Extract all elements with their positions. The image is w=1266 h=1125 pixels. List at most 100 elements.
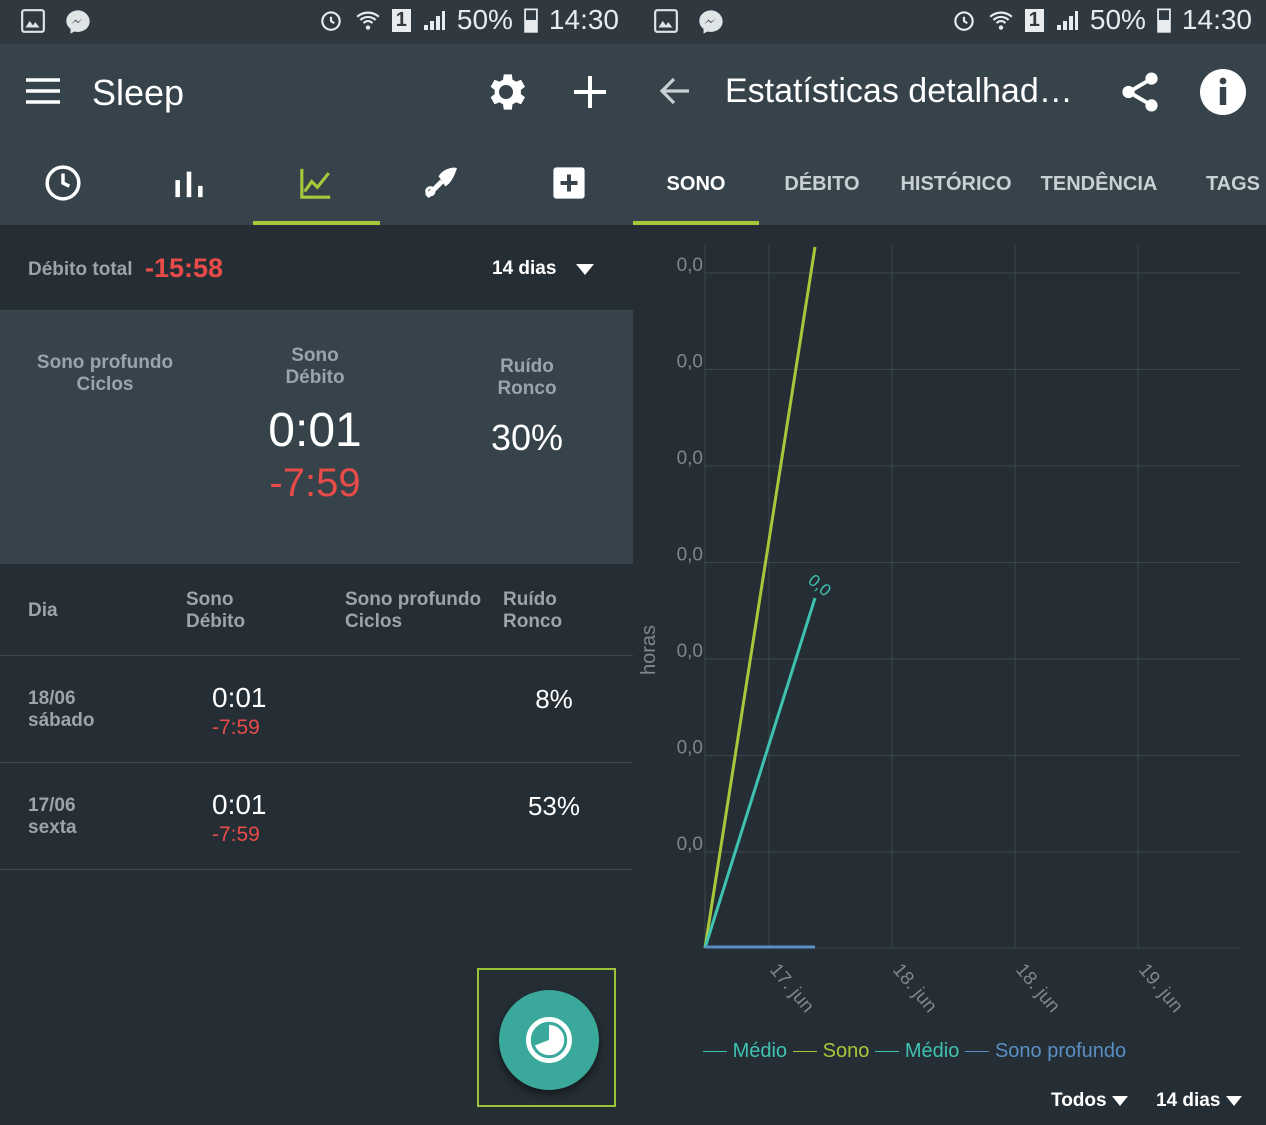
y-tick-label: 0,0 [677,448,703,469]
tab-trend[interactable]: TENDÊNCIA [1037,140,1161,225]
sim-badge: 1 [1024,8,1044,32]
line-chart-icon [300,168,331,199]
y-tick-label: 0,0 [677,738,703,759]
gallery-icon [654,9,678,33]
app-title: Sleep [92,72,185,113]
filter-all-label: Todos [1051,1090,1107,1111]
signal-icon [1056,11,1078,30]
row-debit: -7:59 [212,716,260,739]
table-row[interactable]: 18/06 sábado 0:01 -7:59 8% [0,656,633,763]
legend-label: Médio [732,1040,788,1062]
header-noise: Ruído Ronco [503,589,562,633]
series-medio-line [703,597,817,949]
info-icon[interactable] [1199,68,1247,121]
row-date: 18/06 [28,688,76,709]
summary-col3-line2: Ronco [497,378,557,399]
share-icon[interactable] [1117,68,1163,121]
chart-legend: Médio Sono Médio Sono profundo [703,1040,1126,1063]
battery-icon [1157,8,1171,33]
x-tick-label: 19. jun [1134,960,1187,1017]
alarm-icon [954,11,974,31]
clock-time: 14:30 [1181,4,1252,35]
table-row[interactable]: 17/06 sexta 0:01 -7:59 53% [0,763,633,870]
tab-clock[interactable] [0,140,126,225]
tab-noise[interactable] [379,140,505,225]
dropdown-arrow-icon [576,263,595,275]
summary-debit-value: -7:59 [269,461,361,505]
tab-stats[interactable] [253,140,379,225]
dropdown-arrow-icon [1111,1095,1128,1106]
header-deep-sleep: Sono profundo Ciclos [345,589,481,633]
row-date-cell: 18/06 sábado [28,688,95,732]
back-arrow-icon[interactable] [659,76,691,111]
start-tracking-button[interactable] [499,990,599,1090]
summary-col3-line1: Ruído [500,356,554,377]
y-tick-label: 0,0 [677,352,703,373]
header-noise-line2: Ronco [503,611,563,632]
sleep-screen: 1 50% 14:30 Sleep Débito total -15:58 14… [0,0,633,1125]
legend-label: Médio [904,1040,960,1062]
clock-icon [45,164,81,201]
battery-icon [524,8,538,33]
top-app-bar: Estatísticas detalhad… [633,44,1266,140]
wifi-icon [989,11,1013,30]
summary-col2-header: Sono Débito [240,345,390,389]
range-dropdown[interactable]: 14 dias [492,258,595,280]
gallery-icon [21,9,45,33]
add-icon[interactable] [572,74,608,115]
header-deep-line1: Sono profundo [345,589,482,610]
y-tick-label: 0,0 [677,641,703,662]
series-sono-line [703,246,817,949]
legend-item-medio: Médio [703,1040,787,1063]
row-sleep: 0:01 [212,789,267,820]
y-axis-title: horas [638,625,660,675]
filter-all-dropdown[interactable]: Todos [1051,1090,1128,1112]
summary-card: Sono profundo Ciclos Sono Débito 0:01 -7… [0,311,633,564]
legend-label: Sono [822,1040,870,1062]
y-tick-label: 0,0 [677,834,703,855]
summary-col1-line2: Ciclos [76,374,134,395]
alarm-icon [321,11,341,31]
header-sleep-line1: Sono [186,589,234,610]
header-deep-line2: Ciclos [345,611,403,632]
summary-noise-value: 30% [490,417,564,458]
debit-value: -15:58 [145,253,224,283]
row-weekday: sexta [28,817,77,838]
legend-label: Sono profundo [994,1040,1127,1062]
header-sleep-line2: Débito [186,611,246,632]
dropdown-arrow-icon [1225,1095,1242,1106]
y-tick-label: 0,0 [677,255,703,276]
table-header: Dia Sono Débito Sono profundo Ciclos Ruí… [0,565,633,656]
tab-graphs[interactable] [126,140,252,225]
summary-col1-header: Sono profundo Ciclos [30,352,180,396]
sleep-chart[interactable]: 0,0 0,0 0,0 0,0 0,0 0,0 0,0 17. jun 18. jun 18. j… [633,225,1266,1125]
battery-percent: 50% [1089,4,1146,35]
tab-debit[interactable]: DÉBITO [759,140,885,225]
row-date-cell: 17/06 sexta [28,795,77,839]
range-dropdown-label: 14 dias [492,258,557,279]
row-noise: 53% [527,791,581,821]
row-noise: 8% [535,684,573,714]
debit-label: Débito total [28,259,133,280]
header-sleep: Sono Débito [186,589,245,633]
data-point-label: 0,0 [804,571,834,601]
status-bar: 1 50% 14:30 [633,0,1266,44]
signal-icon [423,11,445,30]
row-debit: -7:59 [212,823,260,846]
summary-col1-line1: Sono profundo [36,352,174,373]
messenger-icon [66,10,90,34]
x-tick-label: 18. jun [1011,960,1064,1017]
tab-sleep[interactable]: SONO [633,140,759,225]
gear-icon[interactable] [482,68,530,121]
tab-tags[interactable]: TAGS [1203,140,1263,225]
clock-time: 14:30 [548,4,619,35]
timer-icon [526,1017,572,1063]
x-tick-label: 18. jun [888,960,941,1017]
fab-highlight [477,968,616,1107]
tab-history[interactable]: HISTÓRICO [895,140,1017,225]
filter-range-label: 14 dias [1156,1090,1221,1111]
menu-icon[interactable] [26,78,60,109]
tab-add-record[interactable] [506,140,632,225]
status-bar: 1 50% 14:30 [0,0,633,44]
filter-range-dropdown[interactable]: 14 dias [1156,1090,1242,1112]
